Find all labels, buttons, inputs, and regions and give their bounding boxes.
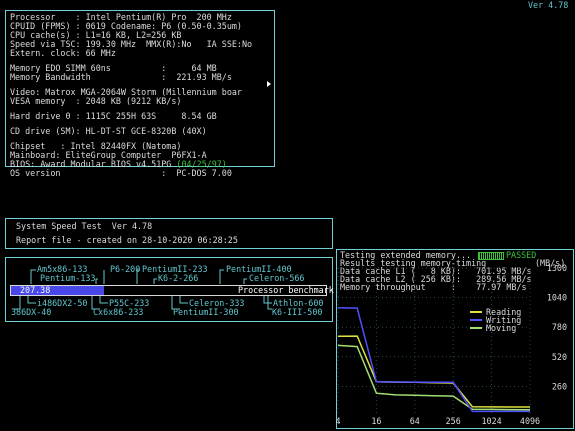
x-tick-label: 4	[335, 416, 340, 426]
y-tick-label: 1300	[547, 263, 567, 273]
x-tick-label: 16	[371, 416, 381, 426]
memory-timing-chart: 130010407805202604 16 64 256 1024 4096Reading…	[335, 263, 567, 426]
legend-label: Moving	[486, 323, 516, 333]
x-tick-label: 1024	[482, 416, 502, 426]
y-tick-label: 520	[552, 352, 567, 362]
x-tick-label: 4096	[520, 416, 540, 426]
y-tick-label: 1040	[547, 293, 567, 303]
series-line-moving	[337, 344, 531, 411]
x-tick-label: 64	[410, 416, 420, 426]
y-tick-label: 780	[552, 322, 567, 332]
y-tick-label: 260	[552, 381, 567, 391]
x-tick-label: 256	[446, 416, 461, 426]
